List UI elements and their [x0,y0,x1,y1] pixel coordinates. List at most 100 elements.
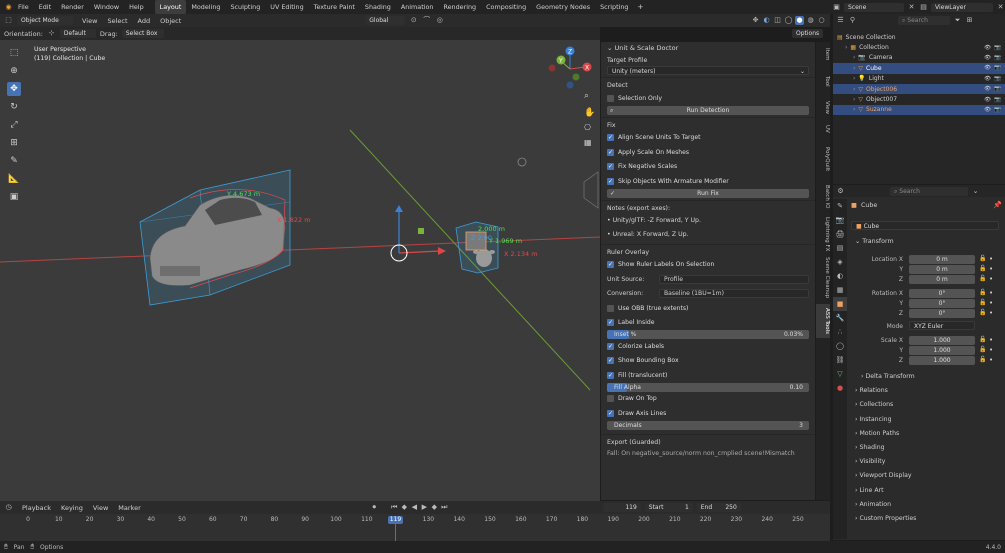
render-toggle-icon[interactable]: 📷 [994,97,1001,103]
funnel-icon[interactable]: ⏷ [953,16,962,25]
sidebar-tab-scene-cleanup[interactable]: Scene Cleanup [816,256,830,300]
rotation-field[interactable]: 0° [909,299,975,308]
location-field[interactable]: 0 m [909,255,975,264]
viewport-menu-add[interactable]: Add [133,17,156,25]
move-icon[interactable]: ✥ [7,82,21,96]
collection-tab-icon[interactable]: ▦ [833,283,847,297]
location-field[interactable]: 0 m [909,265,975,274]
play-icon[interactable]: ▶ [420,503,429,512]
render-toggle-icon[interactable]: 📷 [994,55,1001,61]
menu-edit[interactable]: Edit [34,0,56,14]
outliner-editor-icon[interactable]: ☰ [836,16,845,25]
properties-search[interactable]: ⌕ Search [890,186,968,196]
section-line-art[interactable]: › Line Art [855,487,884,494]
expand-arrow-icon[interactable]: › [853,96,855,103]
expand-arrow-icon[interactable]: › [853,86,855,93]
sidebar-tab-item[interactable]: Item [816,44,830,64]
rotation-field[interactable]: 0° [909,309,975,318]
menu-render[interactable]: Render [56,0,89,14]
viewport-menu-object[interactable]: Object [155,17,186,25]
outliner-item[interactable]: › ▽ Object007 👁 📷 [833,94,1005,104]
timeline-track[interactable]: 0102030405060708090100110120130140150160… [0,514,830,541]
gizmo-toggle-icon[interactable]: ✥ [751,16,760,25]
sidebar-tab-uv[interactable]: UV [816,122,830,136]
drag-dropdown[interactable]: Select Box [121,29,164,38]
scene-tab-icon[interactable]: ◈ [833,255,847,269]
wireframe-icon[interactable]: ◯ [784,16,793,25]
inset-slider[interactable]: Inset % 0.03% [607,330,809,339]
outliner-item[interactable]: › ▽ Object006 👁 📷 [833,83,1005,95]
render-toggle-icon[interactable]: 📷 [994,45,1001,51]
view-layer-selector[interactable]: ViewLayer [931,2,993,12]
render-toggle-icon[interactable]: 📷 [994,65,1001,71]
overlay-toggle-icon[interactable]: ◐ [762,16,771,25]
expand-arrow-icon[interactable]: › [845,44,847,51]
view-layer-tab-icon[interactable]: ▤ [833,241,847,255]
annotate-icon[interactable]: ✎ [7,154,21,168]
rendered-shading-icon[interactable]: ○ [817,16,826,25]
run-fix-button[interactable]: ✓ Run Fix [607,188,809,198]
object-tab-icon[interactable]: ■ [833,297,847,311]
sidebar-tab-batch-io[interactable]: Batch IO [816,182,830,212]
blender-logo-icon[interactable]: ◉ [4,3,13,12]
sidebar-tab-tool[interactable]: Tool [816,68,830,94]
keyframe-dot-icon[interactable]: • [989,265,993,273]
zoom-icon[interactable]: ⌕ [584,91,589,101]
outliner-item[interactable]: ▤ Scene Collection [833,32,1005,42]
end-frame-field[interactable]: End 250 [696,503,741,512]
new-collection-icon[interactable]: ⊞ [965,16,974,25]
workspace-tab-sculpting[interactable]: Sculpting [225,0,265,14]
properties-editor-icon[interactable]: ⚙ [836,187,845,196]
expand-arrow-icon[interactable]: › [853,54,855,61]
lock-icon[interactable]: 🔓 [979,289,986,296]
menu-window[interactable]: Window [89,0,124,14]
select-box-icon[interactable]: ⬚ [7,46,21,60]
cursor-icon[interactable]: ⊕ [7,64,21,78]
timeline-menu-keying[interactable]: Keying [56,504,88,512]
jump-next-key-icon[interactable]: ◆ [430,503,439,512]
section-viewport-display[interactable]: › Viewport Display [855,472,912,479]
viewport-menu-select[interactable]: Select [102,17,132,25]
lock-icon[interactable]: 🔓 [979,299,986,306]
close-icon[interactable]: ✕ [907,3,916,12]
section-shading[interactable]: › Shading [855,444,885,451]
outliner-item[interactable]: › 💡 Light 👁 📷 [833,74,1005,84]
workspace-tab-geometry-nodes[interactable]: Geometry Nodes [531,0,595,14]
outliner-item[interactable]: › 📷 Camera 👁 📷 [833,53,1005,63]
snap-icon[interactable]: ⌒ [422,16,431,25]
close-icon[interactable]: ✕ [996,3,1005,12]
scale-field[interactable]: 1.000 [909,336,975,345]
scene-selector[interactable]: Scene [844,2,904,12]
workspace-tab-scripting[interactable]: Scripting [595,0,633,14]
sidebar-tab-view[interactable]: View [816,98,830,118]
section-custom-properties[interactable]: › Custom Properties [855,515,916,522]
section-instancing[interactable]: › Instancing [855,416,892,423]
show-bbox-checkbox[interactable]: ✓ Show Bounding Box [601,354,815,369]
outliner-search[interactable]: ⌕ Search [898,15,950,25]
play-reverse-icon[interactable]: ◀ [410,503,419,512]
options-icon[interactable]: ⌄ [971,187,980,196]
keyframe-dot-icon[interactable]: • [989,275,993,283]
colorize-checkbox[interactable]: ✓ Colorize Labels [601,339,815,354]
transform-orientation[interactable]: Global [365,16,406,25]
expand-arrow-icon[interactable]: › [853,106,855,113]
filter-icon[interactable]: ⚲ [848,16,857,25]
data-tab-icon[interactable]: ▽ [833,367,847,381]
keyframe-dot-icon[interactable]: • [989,346,993,354]
location-field[interactable]: 0 m [909,275,975,284]
3d-viewport[interactable]: Y 4.673 m X 1.822 m 2.000 m Z 2.00 Y 1.9… [0,40,600,501]
draw-on-top-checkbox[interactable]: Draw On Top [601,392,815,407]
keyframe-dot-icon[interactable]: • [989,309,993,317]
camera-view-icon[interactable]: ⎔ [584,123,591,132]
target-profile-dropdown[interactable]: Unity (meters) ⌄ [607,66,809,75]
output-tab-icon[interactable]: 🖨 [833,227,847,241]
timeline-menu-view[interactable]: View [88,504,113,512]
physics-tab-icon[interactable]: ◯ [833,339,847,353]
run-detection-button[interactable]: ⌕ Run Detection [607,105,809,115]
section-delta-transform[interactable]: › Delta Transform [861,373,915,380]
workspace-tab-uv-editing[interactable]: UV Editing [265,0,308,14]
material-shading-icon[interactable]: ◍ [806,16,815,25]
lock-icon[interactable]: 🔓 [979,309,986,316]
pin-icon[interactable]: 📌 [993,201,1002,209]
particles-tab-icon[interactable]: ∴ [833,325,847,339]
